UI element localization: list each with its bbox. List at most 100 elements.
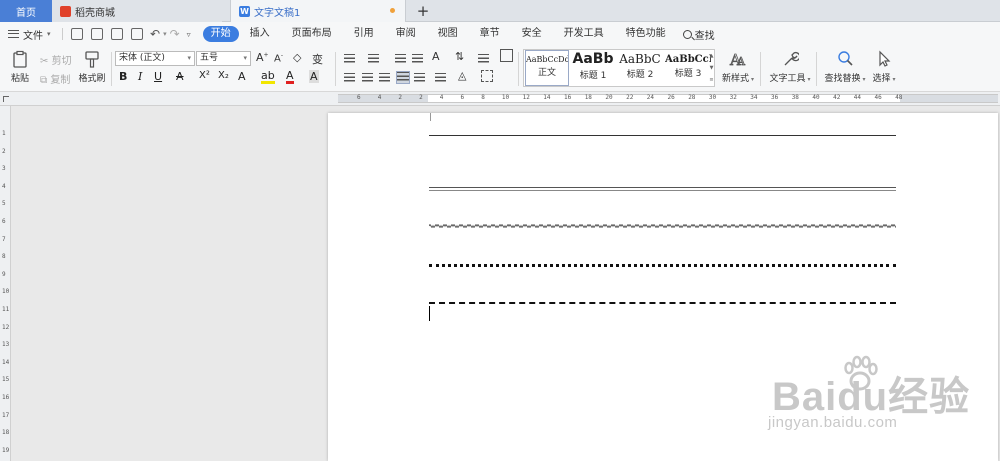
menu-tab-developer[interactable]: 开发工具: [553, 26, 615, 42]
sort-icon[interactable]: ⇅: [455, 50, 464, 63]
clear-format-icon[interactable]: ◇: [293, 51, 301, 64]
align-center-icon[interactable]: [362, 73, 373, 82]
ruler-tick-label: 46: [874, 94, 882, 101]
find-replace-button[interactable]: 查找替换 ▾: [823, 50, 867, 84]
strikethrough-button[interactable]: A: [176, 70, 184, 83]
shrink-font-icon[interactable]: A-: [274, 52, 283, 64]
search-menu-button[interactable]: 查找: [682, 27, 715, 42]
menu-tab-references[interactable]: 引用: [343, 26, 385, 42]
font-name-select[interactable]: 宋体 (正文) ▾: [115, 51, 195, 66]
cut-button[interactable]: ✂ 剪切: [40, 52, 72, 67]
select-button[interactable]: 选择 ▾: [870, 50, 898, 84]
bold-button[interactable]: B: [119, 70, 127, 83]
search-icon: [682, 29, 692, 39]
undo-dropdown-icon[interactable]: ▾: [163, 30, 167, 38]
file-menu-button[interactable]: 文件 ▾: [0, 27, 58, 42]
grow-font-icon[interactable]: A+: [256, 51, 269, 64]
highlight-icon[interactable]: ab: [261, 70, 275, 84]
paragraph-spacing-icon[interactable]: [435, 73, 446, 82]
text-effect-icon[interactable]: A: [238, 70, 246, 83]
new-style-button[interactable]: AA 新样式 ▾: [722, 50, 754, 84]
style-heading-2[interactable]: AaBbC 标题 2: [617, 50, 663, 86]
file-menu-label: 文件: [23, 30, 43, 42]
ruler-tick-label: 22: [626, 94, 634, 101]
ruler-tick-label: 6: [357, 94, 361, 101]
new-tab-button[interactable]: +: [414, 2, 432, 20]
ruler-tick-label: 1: [2, 130, 6, 137]
watermark-url: jingyan.baidu.com: [768, 414, 898, 431]
find-replace-label: 查找替换: [824, 74, 861, 84]
line-spacing-icon[interactable]: [478, 54, 489, 63]
ruler-tick-label: 14: [2, 358, 10, 366]
underline-button[interactable]: U: [154, 70, 162, 83]
table-borders-icon[interactable]: [500, 49, 513, 62]
phonetic-icon[interactable]: 变: [312, 51, 323, 67]
tab-store[interactable]: 稻壳商城: [52, 0, 222, 22]
export-pdf-icon[interactable]: [91, 28, 103, 40]
menu-tab-review[interactable]: 审阅: [385, 26, 427, 42]
vertical-ruler[interactable]: 1 2 3 4 5 6 7 8 9 10 11 12 13 14 15 16 17 18 19: [0, 106, 11, 461]
style-normal[interactable]: AaBbCcDd 正文: [525, 50, 569, 86]
char-shading-icon[interactable]: A: [309, 70, 319, 83]
font-size-select[interactable]: 五号 ▾: [196, 51, 251, 66]
ruler-tick-label: 24: [646, 94, 655, 101]
increase-indent-icon[interactable]: [412, 54, 423, 63]
borders-icon[interactable]: [481, 70, 493, 82]
ruler-tick-label: 18: [2, 429, 10, 437]
horizontal-ruler[interactable]: 6 4 2 2 4 6 8 10 12 14 16 18 20 22 24 26 28 30 32 34 36 38 40 4…: [0, 92, 1000, 106]
print-preview-icon[interactable]: [131, 28, 143, 40]
ruler-tick-label: 14: [543, 94, 551, 101]
copy-button[interactable]: ⧉ 复制: [40, 71, 70, 86]
tab-home[interactable]: 首页: [0, 0, 52, 22]
style-heading-3[interactable]: AaBbCcI 标题 3: [665, 50, 711, 86]
undo-icon[interactable]: ↶: [150, 27, 160, 41]
chevron-down-icon: ▾: [805, 76, 811, 83]
format-painter-button[interactable]: 格式刷: [77, 50, 107, 84]
double-line: [429, 187, 896, 191]
ruler-tick-label: 28: [688, 94, 696, 101]
text-tools-button[interactable]: 文字工具 ▾: [768, 50, 812, 84]
customize-toolbar-icon[interactable]: ▿: [187, 30, 191, 39]
style-heading-1[interactable]: AaBb 标题 1: [571, 50, 615, 86]
chevron-down-icon: ▾: [47, 30, 51, 38]
ruler-tick-label: 8: [2, 253, 6, 261]
print-icon[interactable]: [111, 28, 123, 40]
font-color-icon[interactable]: A: [286, 70, 294, 84]
justify-icon[interactable]: [396, 71, 410, 84]
ruler-corner-icon[interactable]: [3, 96, 9, 102]
decrease-indent-icon[interactable]: [395, 54, 406, 63]
save-icon[interactable]: [71, 28, 83, 40]
ruler-tick-label: 6: [460, 94, 465, 101]
find-replace-icon: [838, 51, 853, 66]
menu-tab-view[interactable]: 视图: [427, 26, 469, 42]
redo-icon[interactable]: ↷: [170, 27, 180, 41]
superscript-button[interactable]: X²: [199, 70, 210, 81]
menu-tab-page-layout[interactable]: 页面布局: [281, 26, 343, 42]
distributed-icon[interactable]: [414, 73, 425, 82]
menu-tab-start[interactable]: 开始: [202, 26, 239, 42]
style-name: 标题 3: [674, 69, 702, 79]
menu-tab-security[interactable]: 安全: [511, 26, 553, 42]
style-gallery-scroll[interactable]: ▲ ▼ ≡: [709, 50, 714, 86]
menu-tab-features[interactable]: 特色功能: [615, 26, 677, 42]
style-preview: AaBbCcI: [665, 54, 711, 65]
align-left-icon[interactable]: [344, 73, 355, 82]
align-right-icon[interactable]: [379, 73, 390, 82]
chinese-layout-icon[interactable]: A: [432, 50, 440, 63]
numbered-list-icon[interactable]: [368, 54, 379, 63]
writer-doc-icon: W: [239, 5, 250, 17]
divider: [518, 52, 519, 86]
tab-document[interactable]: W 文字文稿1: [230, 0, 406, 22]
ruler-tick-label: 3: [2, 165, 6, 173]
italic-button[interactable]: I: [138, 70, 142, 83]
paste-button[interactable]: 粘贴: [6, 50, 34, 84]
ruler-tick-label: 12: [2, 323, 10, 331]
dotted-line: [429, 264, 896, 267]
subscript-button[interactable]: X₂: [218, 70, 229, 81]
format-painter-label: 格式刷: [78, 74, 106, 84]
menu-tab-chapter[interactable]: 章节: [469, 26, 511, 42]
shading-icon[interactable]: ◬: [458, 69, 466, 82]
menu-tab-insert[interactable]: 插入: [239, 26, 281, 42]
tab-store-label: 稻壳商城: [75, 7, 115, 19]
bullet-list-icon[interactable]: [344, 54, 355, 63]
